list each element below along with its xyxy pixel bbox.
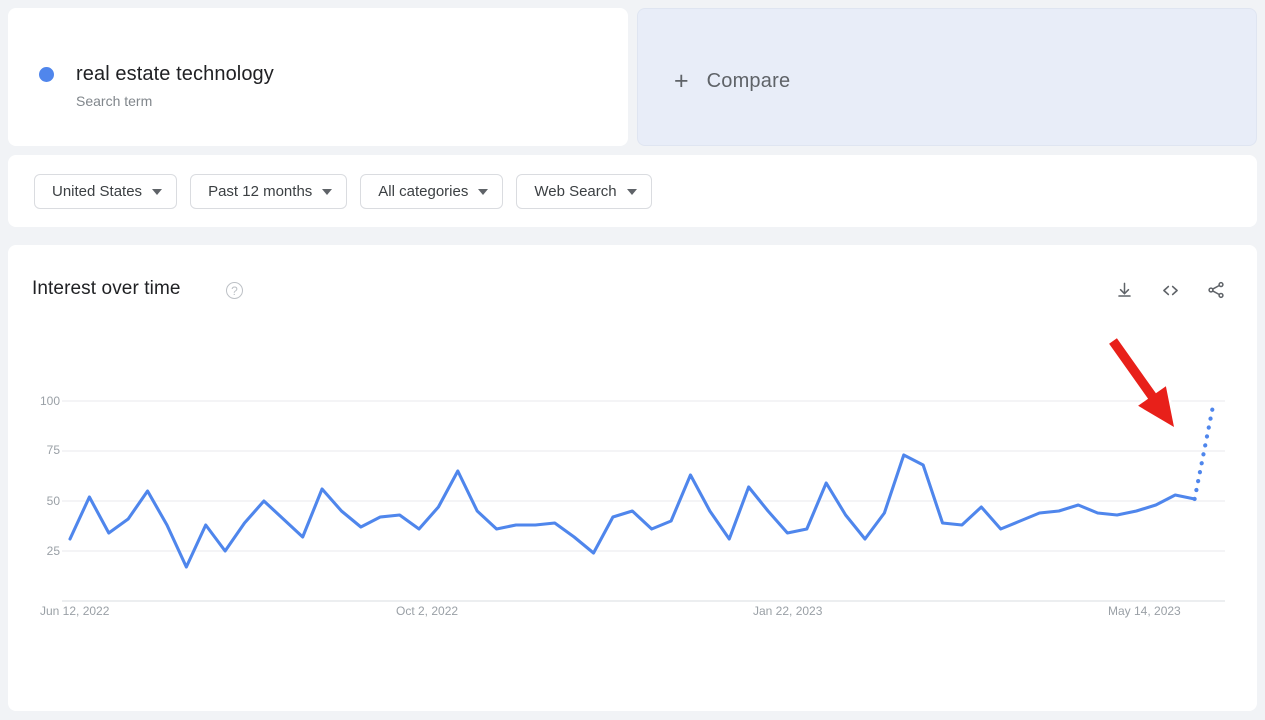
google-trends-page: real estate technology Search term + Com…	[0, 0, 1265, 720]
search-term-title: real estate technology	[76, 63, 274, 85]
filter-chip-group: United States Past 12 months All categor…	[34, 174, 652, 209]
y-tick-100: 100	[39, 394, 60, 408]
x-tick-0: Jun 12, 2022	[40, 604, 110, 618]
compare-inner: + Compare	[674, 69, 790, 94]
chevron-down-icon	[626, 189, 637, 195]
chart-title: Interest over time	[32, 278, 181, 299]
filter-category[interactable]: All categories	[360, 174, 504, 209]
filter-search-type-label: Web Search	[534, 183, 617, 200]
filter-search-type[interactable]: Web Search	[516, 174, 652, 209]
filter-location[interactable]: United States	[34, 174, 178, 209]
filter-time-range-label: Past 12 months	[208, 183, 313, 200]
chart-toolbar	[1113, 279, 1227, 301]
plus-icon: +	[674, 67, 689, 95]
filter-bar: United States Past 12 months All categor…	[8, 155, 1257, 227]
search-term-card[interactable]: real estate technology Search term	[8, 8, 628, 146]
chevron-down-icon	[322, 189, 333, 195]
chevron-down-icon	[152, 189, 163, 195]
embed-code-icon[interactable]	[1159, 279, 1181, 301]
x-tick-2: Jan 22, 2023	[753, 604, 823, 618]
series-color-dot	[39, 67, 54, 82]
filter-category-label: All categories	[378, 183, 469, 200]
filter-time-range[interactable]: Past 12 months	[190, 174, 348, 209]
compare-label: Compare	[706, 70, 791, 92]
y-tick-25: 25	[46, 544, 60, 558]
download-icon[interactable]	[1113, 279, 1135, 301]
chevron-down-icon	[478, 189, 489, 195]
help-icon[interactable]: ?	[226, 282, 243, 299]
search-term-subtitle: Search term	[76, 93, 153, 109]
filter-location-label: United States	[52, 183, 143, 200]
x-tick-1: Oct 2, 2022	[396, 604, 459, 618]
terms-row: real estate technology Search term + Com…	[8, 8, 1257, 146]
x-tick-3: May 14, 2023	[1108, 604, 1181, 618]
share-icon[interactable]	[1205, 279, 1227, 301]
compare-card[interactable]: + Compare	[637, 8, 1257, 146]
interest-over-time-card	[8, 245, 1257, 711]
y-tick-75: 75	[46, 443, 60, 457]
y-tick-50: 50	[46, 494, 60, 508]
